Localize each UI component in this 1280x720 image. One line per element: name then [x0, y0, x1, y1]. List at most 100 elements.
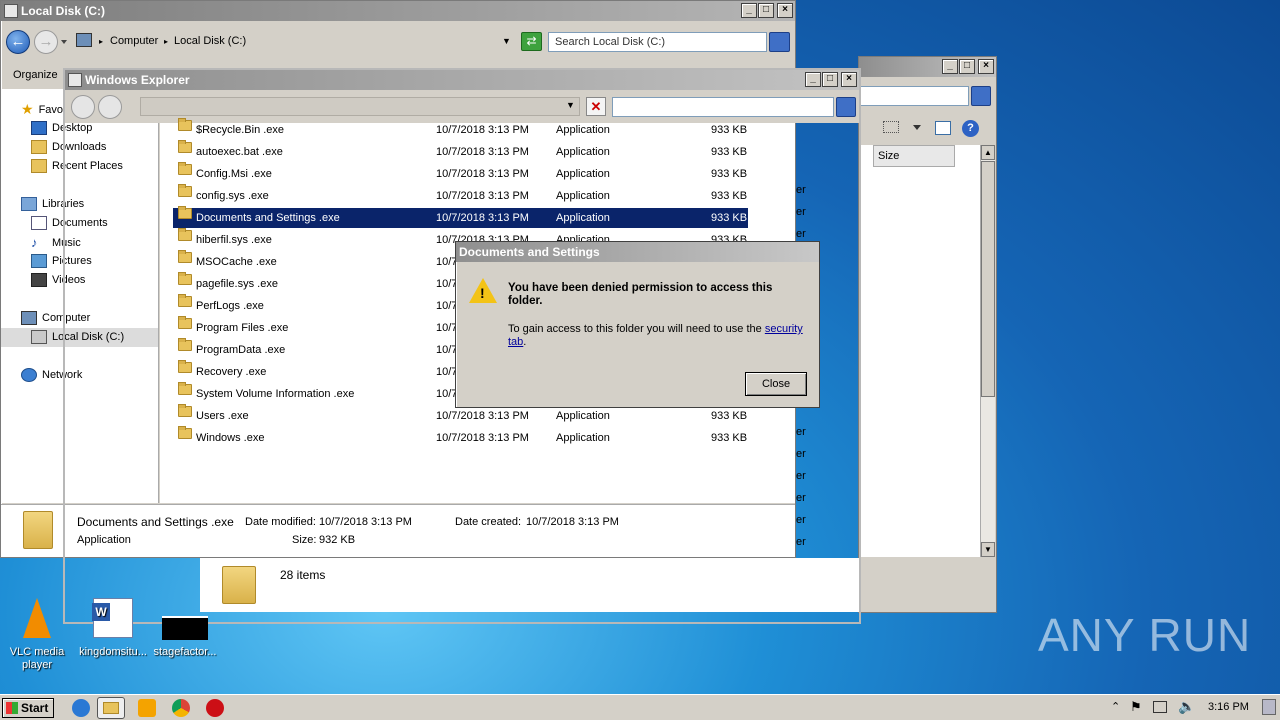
recent-pages-chevron-icon[interactable] — [61, 40, 67, 44]
folder-icon — [178, 272, 192, 285]
file-name: Documents and Settings .exe — [196, 212, 340, 224]
network-tray-icon[interactable] — [1153, 701, 1167, 713]
windows-explorer-titlebar[interactable]: Windows Explorer _ □ × — [65, 70, 859, 90]
file-type: Application — [556, 146, 610, 158]
volume-icon[interactable]: 🔈 — [1178, 698, 1195, 715]
start-button[interactable]: Start — [2, 698, 54, 718]
minimize-button[interactable]: _ — [741, 3, 757, 18]
folder-icon — [178, 228, 192, 241]
scroll-down-arrow[interactable]: ▼ — [981, 542, 995, 557]
file-name: ProgramData .exe — [196, 344, 286, 356]
forward-button[interactable] — [98, 95, 122, 119]
file-row[interactable]: autoexec.bat .exe 10/7/2018 3:13 PM Applic… — [173, 140, 748, 162]
computer-icon — [76, 33, 92, 47]
file-row[interactable]: config.sys .exe 10/7/2018 3:13 PM Applicat… — [173, 184, 748, 206]
downloads-icon — [31, 140, 47, 154]
stop-icon[interactable]: ✕ — [586, 97, 606, 116]
desktop-icon-word-document[interactable]: W kingdomsitu... — [76, 598, 150, 659]
clock[interactable]: 3:16 PM — [1208, 701, 1249, 713]
chevron-down-icon[interactable] — [913, 125, 921, 130]
file-row[interactable]: Config.Msi .exe 10/7/2018 3:13 PM Applicat… — [173, 162, 748, 184]
vertical-scrollbar[interactable]: ▲ ▼ — [980, 145, 995, 557]
file-type: Application — [556, 190, 610, 202]
file-name: Program Files .exe — [196, 322, 289, 334]
back-button[interactable]: ← — [6, 30, 30, 54]
drive-icon — [31, 330, 47, 344]
chevron-right-icon[interactable]: ▸ — [164, 31, 168, 52]
access-denied-dialog[interactable]: Documents and Settings ! You have been d… — [455, 241, 820, 408]
file-row[interactable]: Documents and Settings .exe 10/7/2018 3:1… — [173, 206, 748, 228]
libraries-icon — [21, 197, 37, 211]
file-name: System Volume Information .exe — [196, 388, 355, 400]
file-row[interactable]: Windows .exe 10/7/2018 3:13 PM Application… — [173, 426, 748, 448]
address-dropdown-icon[interactable]: ▼ — [502, 31, 511, 52]
address-dropdown-icon[interactable]: ▼ — [566, 100, 575, 110]
folder-icon — [178, 206, 192, 219]
right-explorer-window[interactable]: _ □ × ? Size ▲ ▼ — [858, 56, 997, 613]
address-bar[interactable]: ▼ — [140, 97, 580, 116]
dialog-title: Documents and Settings — [459, 245, 600, 259]
file-row[interactable]: $Recycle.Bin .exe 10/7/2018 3:13 PM Applic… — [173, 118, 748, 140]
close-dialog-button[interactable]: Close — [745, 372, 807, 396]
show-desktop-button[interactable] — [1262, 699, 1276, 715]
maximize-button[interactable]: □ — [959, 59, 975, 74]
opera-icon[interactable] — [206, 699, 224, 717]
tray-up-arrow-icon[interactable]: ⌃ — [1111, 700, 1120, 713]
large-folder-icon — [23, 511, 53, 549]
search-icon[interactable] — [971, 86, 991, 106]
dialog-body-period: . — [523, 336, 527, 348]
maximize-button[interactable]: □ — [822, 72, 838, 87]
minimize-button[interactable]: _ — [805, 72, 821, 87]
search-icon[interactable] — [836, 97, 856, 117]
forward-button[interactable]: → — [34, 30, 58, 54]
folder-icon — [178, 184, 192, 197]
file-row[interactable]: Users .exe 10/7/2018 3:13 PM Application 93… — [173, 404, 748, 426]
local-disk-titlebar[interactable]: Local Disk (C:) _ □ × — [1, 1, 795, 21]
windows-explorer-status-area: 28 items — [200, 558, 859, 612]
size-column-header[interactable]: Size — [873, 145, 955, 167]
internet-explorer-icon[interactable] — [72, 699, 90, 717]
close-button[interactable]: × — [777, 3, 793, 18]
file-date: 10/7/2018 3:13 PM — [436, 432, 529, 444]
help-icon[interactable]: ? — [962, 120, 979, 137]
scroll-up-arrow[interactable]: ▲ — [981, 145, 995, 160]
right-window-search-input[interactable] — [859, 86, 969, 106]
search-input[interactable] — [612, 97, 834, 117]
chrome-icon[interactable] — [172, 699, 190, 717]
file-size: 933 KB — [711, 212, 748, 224]
close-button-label: Close — [761, 378, 791, 390]
organize-button[interactable]: Organize — [13, 69, 58, 81]
maximize-button[interactable]: □ — [758, 3, 774, 18]
minimize-button[interactable]: _ — [942, 59, 958, 74]
right-window-content — [859, 145, 980, 557]
desktop-icon-stagefactor[interactable]: stagefactor... — [148, 598, 222, 659]
file-size: 933 KB — [711, 410, 748, 422]
chevron-right-icon[interactable]: ▸ — [99, 31, 103, 52]
dialog-titlebar[interactable]: Documents and Settings — [456, 242, 819, 262]
folder-icon — [178, 338, 192, 351]
refresh-icon[interactable]: ⇄ — [521, 32, 542, 51]
search-icon[interactable] — [769, 32, 790, 52]
preview-pane-icon[interactable] — [935, 121, 951, 135]
desktop-icon-vlc[interactable]: VLC media player — [0, 598, 74, 672]
search-input[interactable]: Search Local Disk (C:) — [548, 32, 767, 52]
close-button[interactable]: × — [841, 72, 857, 87]
stagefactor-icon — [162, 616, 208, 640]
dialog-heading: You have been denied permission to acces… — [508, 282, 773, 307]
action-center-flag-icon[interactable]: ⚑ — [1130, 699, 1142, 715]
view-options-icon[interactable] — [883, 121, 899, 133]
right-window-titlebar[interactable]: _ □ × — [859, 57, 996, 77]
window-controls: _ □ × — [804, 72, 857, 87]
file-date: 10/7/2018 3:13 PM — [436, 168, 529, 180]
file-name: PerfLogs .exe — [196, 300, 264, 312]
explorer-taskbar-button[interactable] — [97, 697, 125, 719]
back-button[interactable] — [71, 95, 95, 119]
folder-icon — [178, 294, 192, 307]
breadcrumb-computer[interactable]: Computer — [110, 31, 158, 52]
media-player-icon[interactable] — [138, 699, 156, 717]
scroll-thumb[interactable] — [981, 161, 995, 397]
address-bar[interactable]: ▸ Computer ▸ Local Disk (C:) ▼ — [72, 31, 518, 52]
breadcrumb-local-disk[interactable]: Local Disk (C:) — [174, 31, 246, 52]
close-button[interactable]: × — [978, 59, 994, 74]
vlc-cone-icon — [23, 598, 51, 638]
